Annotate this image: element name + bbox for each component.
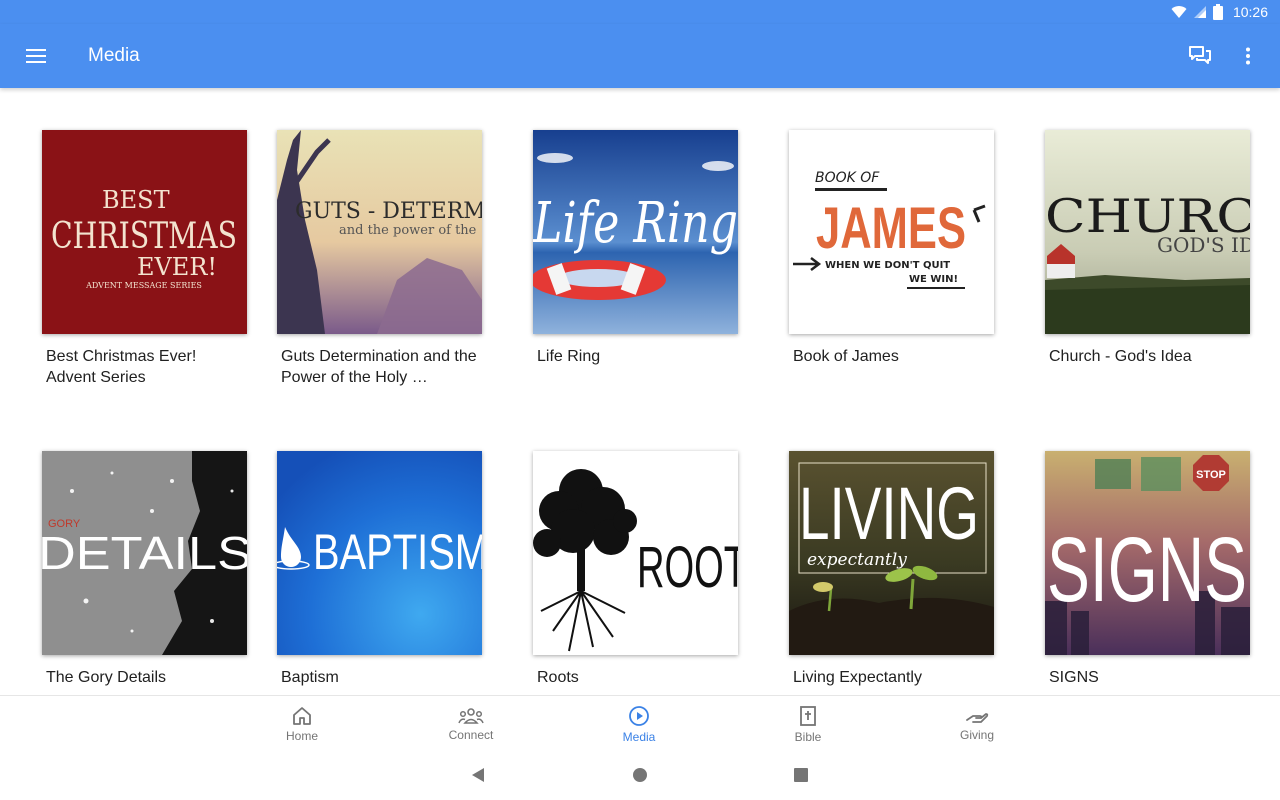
nav-label: Home: [285, 728, 318, 743]
nav-item-giving[interactable]: Giving: [922, 696, 1032, 752]
hamburger-menu-icon: [26, 49, 46, 63]
media-card-church-gods-idea[interactable]: CHURC GOD'S ID Church - God's Idea: [1045, 130, 1250, 367]
media-title: Roots: [537, 669, 579, 686]
chat-bubbles-icon: [1189, 46, 1211, 64]
media-card-baptism[interactable]: BAPTISM Baptism: [277, 451, 482, 688]
bible-icon: [800, 705, 816, 726]
app-root: 10:26 Media BEST CHRISTMAS EVER! ADVENT …: [0, 0, 1280, 800]
media-card-best-christmas[interactable]: BEST CHRISTMAS EVER! ADVENT MESSAGE SERI…: [42, 130, 247, 388]
more-vert-icon: [1246, 47, 1250, 65]
media-card-gory-details[interactable]: GORY DETAILS The Gory Details: [42, 451, 247, 688]
nav-item-home[interactable]: Home: [247, 696, 357, 752]
art-line: GUTS - DETERMINA: [295, 199, 482, 224]
media-thumbnail: BAPTISM: [277, 451, 482, 655]
media-title: The Gory Details: [46, 669, 167, 686]
wifi-icon: [1171, 6, 1187, 19]
art-line: BOOK OF: [815, 170, 880, 186]
nav-item-connect[interactable]: Connect: [416, 696, 526, 752]
media-thumbnail: STOP SIGNS: [1045, 451, 1250, 655]
bottom-navigation: Home Connect Media Bible Giving: [0, 695, 1280, 751]
art-line: DETAILS: [42, 527, 247, 579]
media-title: SIGNS: [1049, 669, 1099, 686]
app-bar: Media: [0, 24, 1280, 88]
media-card-living-expectantly[interactable]: LIVING expectantly Living Expectantly: [789, 451, 994, 688]
media-title: Baptism: [281, 669, 339, 686]
art-line: and the power of the: [339, 223, 477, 238]
status-bar: 10:26: [0, 0, 1280, 24]
art-line: STOP: [1196, 469, 1226, 481]
page-title: Media: [88, 45, 140, 66]
media-thumbnail: BOOK OF JAMES WHEN WE DON'T QUIT WE WIN!: [789, 130, 994, 334]
back-button[interactable]: [466, 763, 490, 787]
media-title: Life Ring: [537, 348, 601, 365]
media-thumbnail: GORY DETAILS: [42, 451, 247, 655]
play-circle-icon: [629, 705, 649, 726]
nav-label: Giving: [959, 727, 994, 742]
art-line: ROOT: [637, 535, 738, 600]
art-line: BEST: [102, 186, 170, 214]
home-icon: [293, 706, 311, 725]
nav-item-media[interactable]: Media: [584, 696, 694, 752]
group-icon: [458, 707, 484, 724]
cell-signal-icon: [1193, 6, 1206, 18]
art-line: EVER!: [137, 253, 217, 281]
media-thumbnail: LIVING expectantly: [789, 451, 994, 655]
media-title: Book of James: [793, 348, 899, 365]
media-title: Guts Determination and the Power of the …: [281, 348, 477, 386]
art-line: BAPTISM: [313, 524, 482, 580]
art-line: GOD'S ID: [1157, 233, 1250, 257]
media-card-life-ring[interactable]: Life Ring Life Ring: [533, 130, 738, 367]
art-line: WE WIN!: [909, 274, 958, 285]
system-navigation-bar: [0, 751, 1280, 800]
art-line: expectantly: [807, 550, 907, 570]
media-title: Living Expectantly: [793, 669, 922, 686]
back-triangle-icon: [472, 768, 484, 782]
menu-button[interactable]: [0, 24, 72, 88]
media-card-book-of-james[interactable]: BOOK OF JAMES WHEN WE DON'T QUIT WE WIN!…: [789, 130, 994, 367]
home-system-button[interactable]: [628, 763, 652, 787]
nav-label: Connect: [448, 727, 494, 742]
art-line: CHRISTMAS: [51, 216, 237, 257]
media-thumbnail: ROOT: [533, 451, 738, 655]
art-line: SIGNS: [1047, 519, 1247, 621]
media-title: Best Christmas Ever! Advent Series: [46, 348, 197, 386]
media-thumbnail: CHURC GOD'S ID: [1045, 130, 1250, 334]
media-title: Church - God's Idea: [1049, 348, 1192, 365]
recents-button[interactable]: [789, 763, 813, 787]
media-card-signs[interactable]: STOP SIGNS SIGNS: [1045, 451, 1250, 688]
media-thumbnail: Life Ring: [533, 130, 738, 334]
recents-square-icon: [794, 768, 808, 782]
art-line: Life Ring: [533, 191, 738, 256]
media-grid: BEST CHRISTMAS EVER! ADVENT MESSAGE SERI…: [0, 88, 1280, 695]
chat-button[interactable]: [1176, 24, 1224, 88]
nav-label: Bible: [794, 729, 822, 744]
nav-item-bible[interactable]: Bible: [753, 696, 863, 752]
media-thumbnail: BEST CHRISTMAS EVER! ADVENT MESSAGE SERI…: [42, 130, 247, 334]
media-card-roots[interactable]: ROOT Roots: [533, 451, 738, 688]
art-line: LIVING: [799, 472, 979, 555]
media-card-guts-determination[interactable]: GUTS - DETERMINA and the power of the Gu…: [277, 130, 482, 388]
media-thumbnail: GUTS - DETERMINA and the power of the: [277, 130, 482, 334]
status-time: 10:26: [1232, 4, 1268, 20]
art-line: WHEN WE DON'T QUIT: [825, 260, 950, 271]
battery-icon: [1212, 4, 1223, 20]
art-line: ADVENT MESSAGE SERIES: [85, 281, 202, 290]
giving-hand-icon: [966, 712, 989, 723]
overflow-menu-button[interactable]: [1224, 24, 1272, 88]
art-line: JAMES: [816, 196, 966, 261]
nav-label: Media: [622, 729, 656, 744]
home-circle-icon: [633, 768, 647, 782]
